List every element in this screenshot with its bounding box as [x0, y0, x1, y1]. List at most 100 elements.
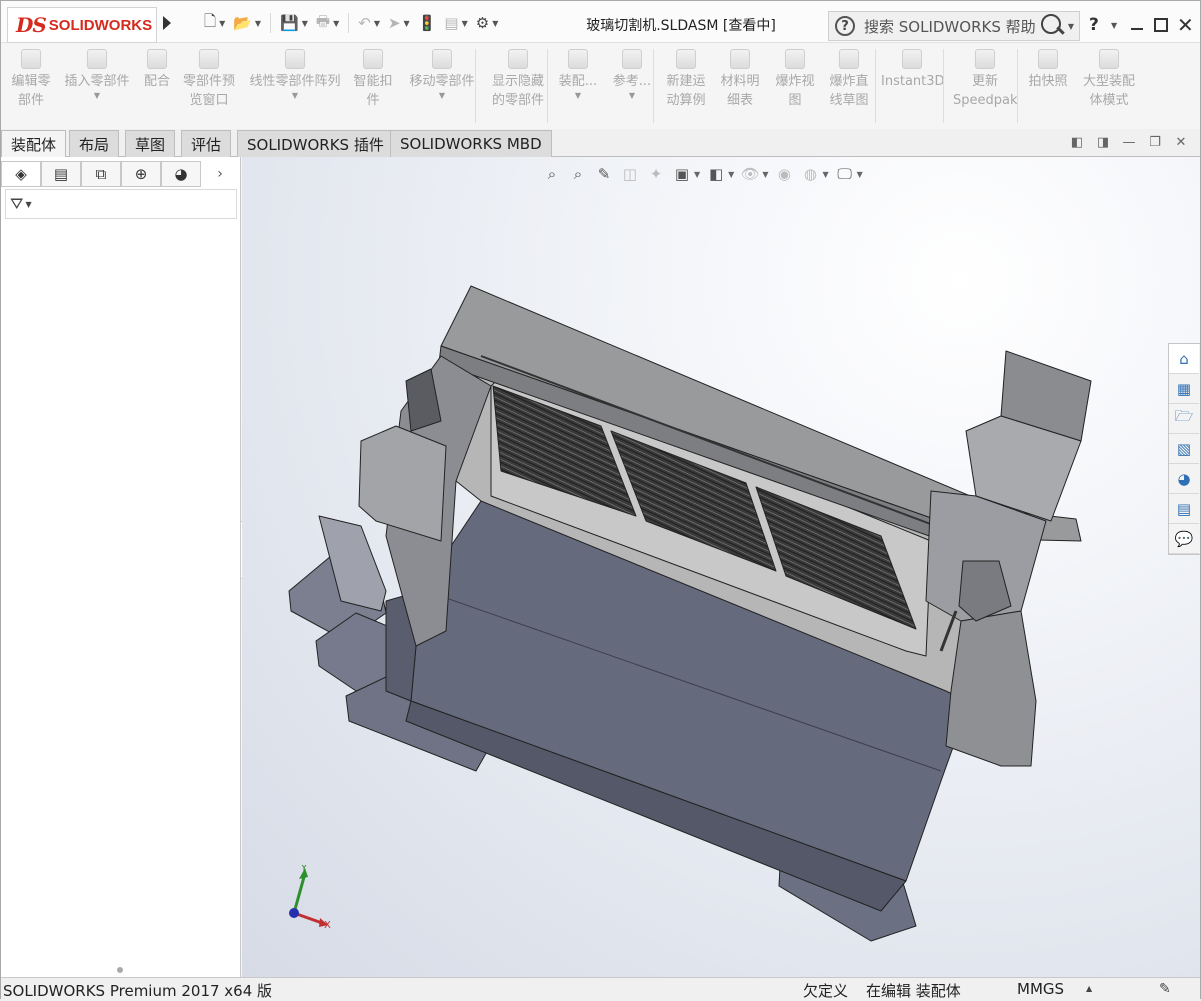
exploded-view-icon: [785, 49, 805, 69]
dropdown-caret-icon[interactable]: ▼: [555, 91, 601, 101]
search-placeholder: 搜索 SOLIDWORKS 帮助: [864, 17, 1036, 36]
maximize-icon[interactable]: [1154, 18, 1168, 32]
save-icon[interactable]: 💾 ▼: [277, 11, 311, 35]
dropdown-caret-icon[interactable]: ▼: [404, 19, 410, 28]
print-icon[interactable]: 🖶 ▼: [313, 11, 342, 35]
dropdown-caret-icon[interactable]: ▼: [333, 19, 339, 28]
select-icon[interactable]: ➤ ▼: [385, 11, 413, 35]
doc-close-icon[interactable]: ✕: [1174, 135, 1188, 150]
large-assembly-mode-button[interactable]: 大型装配 体模式: [1077, 49, 1141, 110]
component-preview-button[interactable]: 零部件预 览窗口: [177, 49, 241, 110]
file-properties-icon[interactable]: ▤ ▼: [441, 11, 470, 35]
reference-geometry-button[interactable]: 参考... ▼: [609, 49, 655, 101]
linear-pattern-button[interactable]: 线性零部件阵列 ▼: [245, 49, 345, 101]
dropdown-caret-icon[interactable]: ▼: [609, 91, 655, 101]
filter-dropdown-icon[interactable]: ▼: [25, 200, 31, 209]
instant3d-button[interactable]: Instant3D: [881, 49, 945, 91]
undo-icon[interactable]: ↶ ▼: [355, 11, 383, 35]
menu-flyout-arrow-icon[interactable]: [163, 16, 171, 30]
dropdown-caret-icon[interactable]: ▼: [219, 19, 225, 28]
dropdown-caret-icon[interactable]: ▼: [59, 91, 135, 101]
explode-line-sketch-button[interactable]: 爆炸直 线草图: [823, 49, 875, 110]
graphics-area[interactable]: ⌕ ⌕ ✎ ◫ ✦ ▣ ▼ ◧ ▼ 👁 ▼ ◉ ◍ ▼ 🖵 ▼ Y X ⌂ ▦ …: [242, 157, 1200, 977]
dropdown-caret-icon[interactable]: ▼: [374, 19, 380, 28]
unit-system-caret-icon[interactable]: ▲: [1086, 984, 1092, 993]
minimize-icon[interactable]: [1131, 28, 1143, 30]
propertymanager-icon[interactable]: ▤: [41, 161, 81, 187]
close-icon[interactable]: ✕: [1177, 13, 1194, 37]
appearances-scenes-icon[interactable]: ◕: [1169, 464, 1199, 494]
tab-4[interactable]: SOLIDWORKS 插件: [237, 130, 394, 157]
open-icon[interactable]: 📂 ▼: [230, 11, 264, 35]
solidworks-forum-icon[interactable]: 💬: [1169, 524, 1199, 554]
quick-tips-icon[interactable]: ✎: [1159, 981, 1171, 997]
assembly-features-button[interactable]: 装配... ▼: [555, 49, 601, 101]
configurationmanager-icon[interactable]: ⧉: [81, 161, 121, 187]
explode-line-sketch-icon: [839, 49, 859, 69]
featuremanager-tree-icon[interactable]: ◈: [1, 161, 41, 187]
tile-right-icon[interactable]: ◨: [1096, 135, 1110, 150]
command-label: 图: [788, 93, 802, 108]
file-explorer-icon[interactable]: 🗁: [1169, 404, 1199, 434]
rebuild-icon[interactable]: 🚦: [415, 11, 440, 35]
doc-minimize-icon[interactable]: —: [1122, 135, 1136, 150]
dropdown-caret-icon[interactable]: ▼: [255, 19, 261, 28]
smart-fasteners-button[interactable]: 智能扣件: [349, 49, 397, 110]
help-search-box[interactable]: ? 搜索 SOLIDWORKS 帮助 ▼: [828, 11, 1080, 41]
bill-of-materials-icon: [730, 49, 750, 69]
command-label: 览窗口: [189, 93, 229, 108]
dimxpertmanager-icon[interactable]: ⊕: [121, 161, 161, 187]
task-pane-tabs: ⌂ ▦ 🗁 ▧ ◕ ▤ 💬: [1168, 343, 1200, 555]
move-component-button[interactable]: 移动零部件 ▼: [403, 49, 481, 101]
view-palette-icon[interactable]: ▧: [1169, 434, 1199, 464]
tile-left-icon[interactable]: ◧: [1070, 135, 1084, 150]
solidworks-menu-button[interactable]: DS SOLIDWORKS: [7, 7, 157, 43]
unit-system[interactable]: MMGS: [1017, 980, 1064, 998]
featuremanager-panel: ◈ ▤ ⧉ ⊕ ◕ › ⛛ ▼: [1, 157, 241, 977]
custom-properties-icon[interactable]: ▤: [1169, 494, 1199, 524]
search-dropdown-icon[interactable]: ▼: [1068, 22, 1074, 31]
search-icon[interactable]: [1040, 14, 1064, 38]
help-button[interactable]: ?: [1089, 15, 1099, 35]
dropdown-caret-icon[interactable]: ▼: [462, 19, 468, 28]
command-label: 零部件预: [182, 74, 235, 89]
update-speedpak-button[interactable]: 更新 Speedpak: [953, 49, 1018, 110]
dropdown-caret-icon[interactable]: ▼: [302, 19, 308, 28]
exploded-view-button[interactable]: 爆炸视图: [771, 49, 819, 110]
solidworks-resources-icon[interactable]: ⌂: [1169, 344, 1199, 374]
tab-2[interactable]: 草图: [125, 130, 176, 157]
edit-component-button[interactable]: 编辑零 部件: [5, 49, 57, 110]
new-document-icon[interactable]: 🗋 ▼: [201, 11, 228, 35]
tree-filter[interactable]: ⛛ ▼: [5, 189, 237, 219]
take-snapshot-button[interactable]: 拍快照: [1025, 49, 1071, 91]
design-library-icon[interactable]: ▦: [1169, 374, 1199, 404]
tab-3[interactable]: 评估: [181, 130, 232, 157]
component-preview-icon: [199, 49, 219, 69]
command-label: Speedpak: [953, 93, 1018, 108]
more-tabs-chevron-icon[interactable]: ›: [201, 161, 239, 187]
tab-1[interactable]: 布局: [69, 130, 120, 157]
update-speedpak-icon: [975, 49, 995, 69]
options-gear-icon[interactable]: ⚙ ▼: [473, 11, 502, 35]
edit-component-icon: [21, 49, 41, 69]
command-label: 部件: [17, 93, 44, 108]
bill-of-materials-button[interactable]: 材料明 细表: [715, 49, 765, 110]
product-version: SOLIDWORKS Premium 2017 x64 版: [3, 982, 273, 1000]
dropdown-caret-icon[interactable]: ▼: [245, 91, 345, 101]
help-question-icon: ?: [835, 16, 855, 36]
show-hidden-button[interactable]: 显示隐藏 的零部件: [485, 49, 551, 110]
filter-icon[interactable]: ⛛: [10, 194, 23, 214]
assembly-model[interactable]: [242, 157, 1200, 977]
new-motion-study-button[interactable]: 新建运 动算例: [661, 49, 711, 110]
dropdown-caret-icon[interactable]: ▼: [403, 91, 481, 101]
dropdown-caret-icon[interactable]: ▼: [492, 19, 498, 28]
tab-0[interactable]: 装配体: [1, 130, 67, 158]
command-separator: [1017, 49, 1018, 123]
insert-components-button[interactable]: 插入零部件 ▼: [59, 49, 135, 101]
mate-button[interactable]: 配合: [139, 49, 175, 91]
displaymanager-icon[interactable]: ◕: [161, 161, 201, 187]
doc-restore-icon[interactable]: ❐: [1148, 135, 1162, 150]
help-dropdown-icon[interactable]: ▼: [1111, 21, 1117, 30]
panel-grip-icon[interactable]: [117, 967, 123, 973]
tab-5[interactable]: SOLIDWORKS MBD: [390, 130, 552, 157]
